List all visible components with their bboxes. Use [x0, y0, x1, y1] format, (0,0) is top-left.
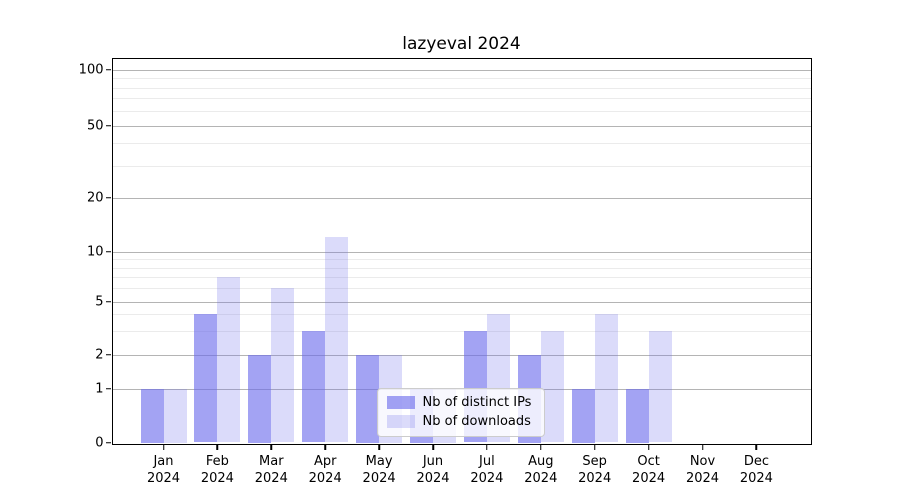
y-tick-label: 1 [95, 382, 103, 395]
legend-label-distinct-ips: Nb of distinct IPs [423, 395, 532, 410]
y-tick-label: 10 [87, 245, 104, 258]
x-tick-label: Apr 2024 [309, 453, 342, 487]
x-tick-label: Jan 2024 [147, 453, 180, 487]
x-tick-mark [648, 445, 650, 450]
x-tick-mark [378, 445, 380, 450]
y-tick-label: 100 [79, 63, 104, 76]
x-tick-mark [432, 445, 434, 450]
x-tick-mark [486, 445, 488, 450]
y-tick-mark [106, 442, 111, 444]
y-tick-label: 2 [95, 348, 103, 361]
x-tick-label: May 2024 [363, 453, 396, 487]
y-tick-mark [106, 301, 111, 303]
x-tick-mark [594, 445, 596, 450]
y-tick-mark [106, 251, 111, 253]
x-tick-label: Aug 2024 [524, 453, 557, 487]
y-tick-label: 0 [95, 436, 103, 449]
y-tick-mark [106, 125, 111, 127]
y-tick-mark [106, 197, 111, 199]
y-tick-mark [106, 69, 111, 71]
x-tick-label: Sep 2024 [578, 453, 611, 487]
x-tick-label: Feb 2024 [201, 453, 234, 487]
legend-row-distinct-ips: Nb of distinct IPs [387, 395, 535, 411]
y-tick-label: 50 [87, 119, 104, 132]
x-tick-label: Oct 2024 [632, 453, 665, 487]
x-tick-mark [702, 445, 704, 450]
legend-row-downloads: Nb of downloads [387, 414, 535, 430]
legend-label-downloads: Nb of downloads [423, 414, 531, 429]
plot-area: 0125102050100Jan 2024Feb 2024Mar 2024Apr… [112, 58, 812, 445]
x-tick-mark [324, 445, 326, 450]
x-tick-mark [540, 445, 542, 450]
x-tick-mark [217, 445, 219, 450]
y-tick-label: 5 [95, 295, 103, 308]
x-tick-label: Jun 2024 [416, 453, 449, 487]
x-tick-label: Mar 2024 [255, 453, 288, 487]
y-tick-label: 20 [87, 191, 104, 204]
chart-figure: lazyeval 2024 0125102050100Jan 2024Feb 2… [0, 0, 900, 500]
axis-layer: 0125102050100Jan 2024Feb 2024Mar 2024Apr… [113, 59, 811, 444]
x-tick-label: Nov 2024 [686, 453, 719, 487]
x-tick-mark [163, 445, 165, 450]
legend: Nb of distinct IPs Nb of downloads [377, 388, 545, 437]
x-tick-label: Dec 2024 [740, 453, 773, 487]
x-tick-label: Jul 2024 [470, 453, 503, 487]
legend-swatch-distinct-ips [387, 396, 415, 409]
x-tick-mark [756, 445, 758, 450]
y-tick-mark [106, 354, 111, 356]
legend-swatch-downloads [387, 415, 415, 428]
chart-title: lazyeval 2024 [113, 34, 810, 54]
x-tick-mark [271, 445, 273, 450]
y-tick-mark [106, 388, 111, 390]
